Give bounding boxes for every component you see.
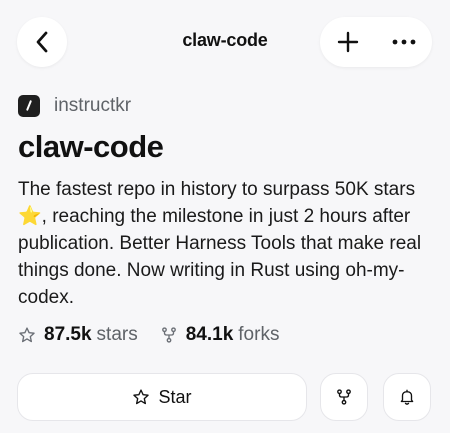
owner-avatar [18,95,40,117]
owner-name: instructkr [54,95,132,116]
star-button-label: Star [158,386,192,407]
stars-label: stars [96,324,138,345]
stars-count: 87.5k [44,324,92,345]
repo-owner[interactable]: instructkr [18,94,131,118]
forks-stat[interactable]: 84.1k forks [160,324,280,346]
star-button[interactable]: Star [17,373,307,421]
fork-button[interactable] [320,373,368,421]
star-outline-icon [19,327,35,343]
forks-label: forks [238,324,280,345]
more-button[interactable] [376,17,432,67]
notifications-button[interactable] [383,373,431,421]
star-outline-icon [133,389,150,405]
top-bar: claw-code [0,0,450,84]
header-actions [320,17,432,67]
repo-stats: 87.5k stars 84.1k forks [18,323,301,347]
bell-icon [400,389,414,405]
repo-description: The fastest repo in history to surpass 5… [18,179,422,308]
plus-icon [337,31,359,53]
add-button[interactable] [320,17,376,67]
stars-stat[interactable]: 87.5k stars [18,324,138,346]
fork-icon [337,389,351,405]
ellipsis-icon [392,39,416,45]
repo-name: claw-code [18,129,164,164]
forks-count: 84.1k [185,324,234,345]
fork-icon [161,327,176,343]
